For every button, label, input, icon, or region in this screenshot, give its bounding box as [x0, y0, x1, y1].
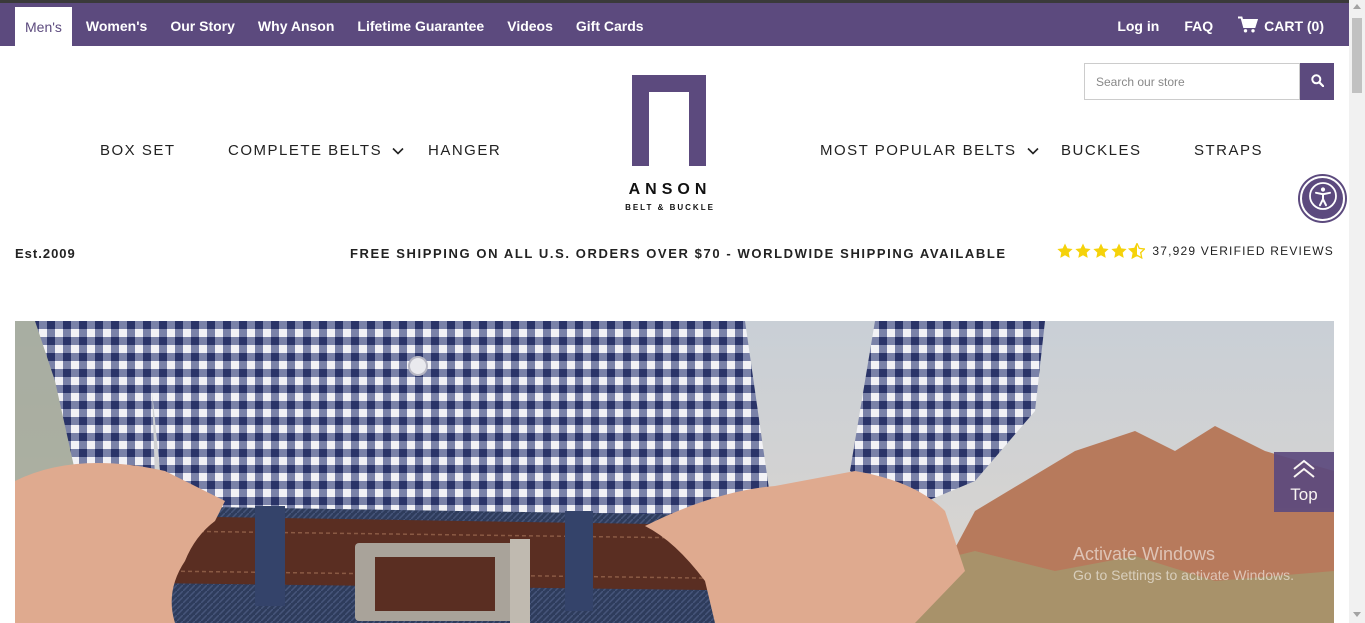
top-link-mens[interactable]: Men's: [15, 6, 72, 46]
rating-stars: [1057, 243, 1146, 259]
reviews-summary[interactable]: 37,929 VERIFIED REVIEWS: [1057, 243, 1334, 259]
accessibility-button[interactable]: [1300, 176, 1345, 221]
search-box: [1084, 63, 1334, 100]
chevron-up-icon: [1292, 459, 1316, 484]
faq-link[interactable]: FAQ: [1184, 18, 1213, 34]
top-navigation-bar: Men's Women's Our Story Why Anson Lifeti…: [0, 0, 1349, 46]
star-icon: [1075, 243, 1091, 258]
logo-brand: ANSON: [628, 181, 712, 198]
nav-hanger[interactable]: HANGER: [428, 142, 501, 159]
star-icon: [1111, 243, 1127, 258]
top-link-womens[interactable]: Women's: [86, 18, 147, 34]
top-nav-left: Men's Women's Our Story Why Anson Lifeti…: [15, 6, 667, 46]
back-to-top-label: Top: [1290, 485, 1318, 504]
nav-box-set[interactable]: BOX SET: [100, 142, 176, 159]
scrollbar-thumb[interactable]: [1352, 18, 1362, 93]
back-to-top-button[interactable]: Top: [1274, 452, 1334, 512]
scroll-down-arrow[interactable]: [1353, 612, 1361, 617]
cart-link[interactable]: CART (0): [1238, 16, 1324, 36]
top-link-gift-cards[interactable]: Gift Cards: [576, 18, 644, 34]
reviews-count: 37,929 VERIFIED REVIEWS: [1152, 244, 1334, 258]
chevron-down-icon: [392, 142, 404, 159]
established-text: Est.2009: [15, 246, 76, 261]
cart-icon: [1238, 16, 1259, 36]
anson-logo[interactable]: ANSON BELT & BUCKLE: [620, 75, 720, 215]
search-icon: [1310, 73, 1324, 90]
top-link-why-anson[interactable]: Why Anson: [258, 18, 334, 34]
logo-tagline: BELT & BUCKLE: [625, 203, 715, 212]
cart-label: CART (0): [1264, 18, 1324, 34]
chevron-down-icon: [1026, 142, 1039, 159]
nav-most-popular-belts-label: MOST POPULAR BELTS: [820, 142, 1017, 159]
scroll-up-arrow[interactable]: [1353, 4, 1361, 9]
search-input[interactable]: [1084, 63, 1300, 100]
top-link-videos[interactable]: Videos: [507, 18, 553, 34]
page-scrollbar[interactable]: [1349, 0, 1365, 623]
nav-most-popular-belts[interactable]: MOST POPULAR BELTS: [820, 142, 1039, 159]
shipping-banner: FREE SHIPPING ON ALL U.S. ORDERS OVER $7…: [350, 246, 1007, 261]
search-button[interactable]: [1300, 63, 1334, 100]
top-nav-right: Log in FAQ CART (0): [1092, 6, 1324, 46]
top-link-our-story[interactable]: Our Story: [170, 18, 235, 34]
nav-complete-belts[interactable]: COMPLETE BELTS: [228, 142, 404, 159]
nav-buckles[interactable]: BUCKLES: [1061, 142, 1142, 159]
star-icon: [1057, 243, 1073, 258]
hero-image: [15, 321, 1334, 623]
logo-mark: [632, 75, 706, 166]
nav-straps[interactable]: STRAPS: [1194, 142, 1263, 159]
nav-complete-belts-label: COMPLETE BELTS: [228, 142, 383, 159]
accessibility-icon: [1308, 181, 1338, 216]
login-link[interactable]: Log in: [1117, 18, 1159, 34]
top-link-lifetime-guarantee[interactable]: Lifetime Guarantee: [357, 18, 484, 34]
star-icon: [1093, 243, 1109, 258]
